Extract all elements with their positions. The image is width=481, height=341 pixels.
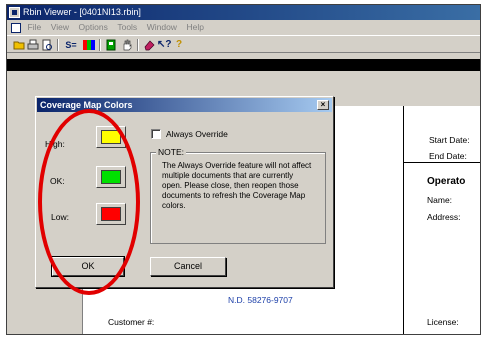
coverage-map-colors-dialog: Coverage Map Colors × High: OK: Low: Alw… <box>35 96 334 288</box>
menu-view[interactable]: View <box>51 20 69 35</box>
high-color-swatch <box>101 130 121 144</box>
print-icon[interactable] <box>27 39 39 51</box>
menu-bar: File View Options Tools Window Help <box>7 20 480 35</box>
open-icon[interactable] <box>13 39 25 51</box>
low-label: Low: <box>51 212 69 222</box>
name-label: Name: <box>427 195 453 205</box>
always-override-label: Always Override <box>166 129 228 139</box>
customer-label: Customer #: <box>108 317 155 327</box>
close-button[interactable]: × <box>317 100 329 110</box>
low-color-swatch <box>101 207 121 221</box>
column-divider <box>403 106 404 334</box>
ok-color-button[interactable] <box>96 166 126 188</box>
summary-icon[interactable]: S= <box>63 39 79 51</box>
high-color-button[interactable] <box>96 126 126 148</box>
menu-tools[interactable]: Tools <box>117 20 137 35</box>
toolbar-separator <box>99 39 101 51</box>
menu-options[interactable]: Options <box>79 20 108 35</box>
title-bar: Rbin Viewer - [0401NI13.rbin] <box>7 5 480 20</box>
print-preview-icon[interactable] <box>41 39 53 51</box>
menu-help[interactable]: Help <box>186 20 203 35</box>
end-date-label: End Date: <box>429 151 467 161</box>
toolbar: S= ↖? ? <box>7 35 480 53</box>
document-tab-bar <box>7 59 480 71</box>
note-title: NOTE: <box>156 147 186 157</box>
menu-file[interactable]: File <box>28 20 42 35</box>
page-icon[interactable] <box>105 39 117 51</box>
ok-button[interactable]: OK <box>51 256 125 277</box>
help-icon[interactable]: ? <box>173 39 185 51</box>
cancel-button[interactable]: Cancel <box>150 257 226 276</box>
menu-window[interactable]: Window <box>147 20 177 35</box>
low-color-button[interactable] <box>96 203 126 225</box>
always-override-checkbox[interactable] <box>151 129 161 139</box>
high-label: High: <box>45 139 65 149</box>
nd-number: N.D. 58276-9707 <box>228 295 293 305</box>
note-text: The Always Override feature will not aff… <box>162 161 312 210</box>
row-divider <box>403 162 480 163</box>
ok-color-swatch <box>101 170 121 184</box>
address-label: Address: <box>427 212 461 222</box>
app-icon <box>9 7 20 18</box>
map-icon[interactable] <box>83 39 95 51</box>
eraser-icon[interactable] <box>143 39 155 51</box>
license-label: License: <box>427 317 459 327</box>
start-date-label: Start Date: <box>429 135 470 145</box>
ok-label: OK: <box>50 176 65 186</box>
hand-icon[interactable] <box>121 39 133 51</box>
window-title: Rbin Viewer - [0401NI13.rbin] <box>23 7 141 17</box>
toolbar-separator <box>137 39 139 51</box>
toolbar-separator <box>57 39 59 51</box>
dialog-title: Coverage Map Colors <box>40 100 133 110</box>
help-pointer-icon[interactable]: ↖? <box>157 39 172 51</box>
dialog-title-bar: Coverage Map Colors × <box>37 98 332 112</box>
operator-heading: Operato <box>427 176 466 187</box>
document-icon[interactable] <box>11 22 21 33</box>
